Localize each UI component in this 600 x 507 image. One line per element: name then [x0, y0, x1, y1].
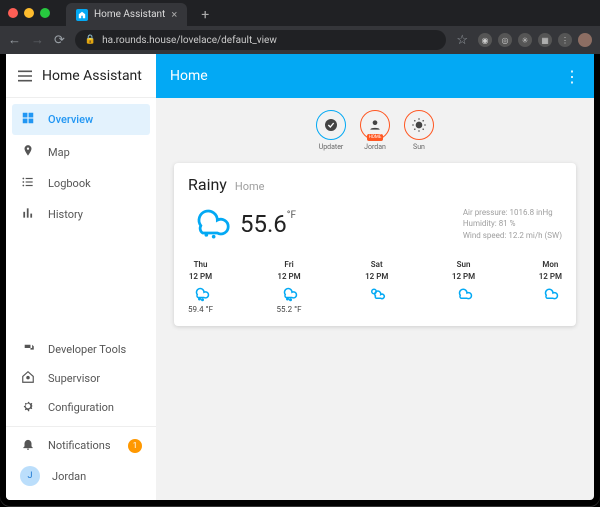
home-badge: HOME: [367, 134, 384, 141]
sidebar-item-user[interactable]: J Jordan: [6, 460, 156, 492]
forecast-row: Thu 12 PM 59.4 °F Fri 12 PM 55.2 °F: [188, 260, 562, 314]
weather-condition: Rainy: [188, 175, 227, 194]
badge-label: Updater: [319, 143, 344, 151]
sidebar-item-overview[interactable]: Overview: [12, 104, 150, 135]
overflow-menu-icon[interactable]: ⋮: [564, 67, 580, 86]
check-shield-icon: [323, 117, 339, 133]
hamburger-icon[interactable]: [18, 70, 32, 82]
app-header: Home ⋮: [156, 54, 594, 98]
window-max-dot[interactable]: [40, 8, 50, 18]
chart-icon: [20, 206, 36, 223]
reload-button[interactable]: ⟳: [54, 33, 65, 48]
app-title: Home Assistant: [42, 68, 142, 84]
sidebar-item-notifications[interactable]: Notifications 1: [6, 431, 156, 460]
address-bar[interactable]: 🔒 ha.rounds.house/lovelace/default_view: [75, 30, 446, 50]
forecast-day: Thu 12 PM 59.4 °F: [188, 260, 213, 314]
sidebar-item-label: Jordan: [52, 470, 86, 483]
main-content: Home ⋮ Updater HOME: [156, 54, 594, 500]
window-min-dot[interactable]: [24, 8, 34, 18]
weather-icon: [188, 200, 232, 248]
extensions: ◉ ◎ ✳ ▦ ⋮: [478, 33, 592, 47]
sidebar-item-logbook[interactable]: Logbook: [6, 168, 156, 199]
partly-cloudy-icon: [368, 284, 386, 302]
gear-icon: [20, 399, 36, 416]
tab-title: Home Assistant: [94, 9, 165, 20]
sidebar-item-label: History: [48, 208, 83, 221]
home-assistant-icon: [20, 370, 36, 387]
lock-icon: 🔒: [85, 35, 96, 45]
map-icon: [20, 144, 36, 161]
forecast-day: Sat 12 PM: [365, 260, 388, 314]
weather-card[interactable]: Rainy Home 55.6°F Air pressure: 1016.8 i…: [174, 163, 576, 326]
bell-icon: [20, 437, 36, 454]
ext-icon-5[interactable]: ⋮: [558, 33, 572, 47]
sidebar-item-label: Overview: [48, 113, 93, 126]
sidebar-item-history[interactable]: History: [6, 199, 156, 230]
badge-jordan[interactable]: HOME Jordan: [360, 110, 390, 151]
badge-label: Jordan: [364, 143, 386, 151]
sidebar-item-label: Configuration: [48, 401, 114, 414]
weather-temp: 55.6°F: [240, 210, 296, 238]
cloudy-icon: [541, 284, 559, 302]
sidebar-item-supervisor[interactable]: Supervisor: [6, 364, 156, 393]
new-tab-button[interactable]: +: [195, 4, 215, 26]
sidebar: Home Assistant Overview Map: [6, 54, 156, 500]
rainy-icon: [192, 284, 210, 302]
sidebar-item-label: Logbook: [48, 177, 91, 190]
url-text: ha.rounds.house/lovelace/default_view: [102, 35, 277, 46]
forward-button[interactable]: →: [31, 32, 44, 48]
tab-close-icon[interactable]: ×: [171, 8, 177, 21]
dashboard-icon: [20, 111, 36, 128]
back-button[interactable]: ←: [8, 32, 21, 48]
forecast-day: Mon 12 PM: [539, 260, 562, 314]
bookmark-icon[interactable]: ☆: [456, 33, 468, 48]
ext-icon-1[interactable]: ◉: [478, 33, 492, 47]
weather-location: Home: [235, 180, 265, 193]
sidebar-item-label: Developer Tools: [48, 343, 126, 356]
sidebar-item-label: Notifications: [48, 439, 111, 452]
user-avatar: J: [20, 466, 40, 486]
badge-sun[interactable]: Sun: [404, 110, 434, 151]
sun-icon: [411, 117, 427, 133]
weather-attributes: Air pressure: 1016.8 inHg Humidity: 81 %…: [463, 207, 562, 241]
hammer-icon: [20, 341, 36, 358]
badge-updater[interactable]: Updater: [316, 110, 346, 151]
ext-icon-3[interactable]: ✳: [518, 33, 532, 47]
ext-icon-2[interactable]: ◎: [498, 33, 512, 47]
forecast-day: Fri 12 PM 55.2 °F: [277, 260, 302, 314]
sidebar-item-configuration[interactable]: Configuration: [6, 393, 156, 422]
sidebar-item-devtools[interactable]: Developer Tools: [6, 335, 156, 364]
sidebar-item-map[interactable]: Map: [6, 137, 156, 168]
cloudy-icon: [455, 284, 473, 302]
forecast-day: Sun 12 PM: [452, 260, 475, 314]
browser-tab[interactable]: Home Assistant ×: [66, 3, 187, 26]
person-icon: [368, 118, 382, 132]
list-icon: [20, 175, 36, 192]
window-close-dot[interactable]: [8, 8, 18, 18]
sidebar-item-label: Map: [48, 146, 70, 159]
rainy-icon: [280, 284, 298, 302]
notification-badge: 1: [128, 439, 142, 453]
tab-favicon: [76, 9, 88, 21]
page-title: Home: [170, 68, 208, 84]
profile-avatar[interactable]: [578, 33, 592, 47]
ext-icon-4[interactable]: ▦: [538, 33, 552, 47]
sidebar-item-label: Supervisor: [48, 372, 100, 385]
badge-label: Sun: [413, 143, 425, 151]
